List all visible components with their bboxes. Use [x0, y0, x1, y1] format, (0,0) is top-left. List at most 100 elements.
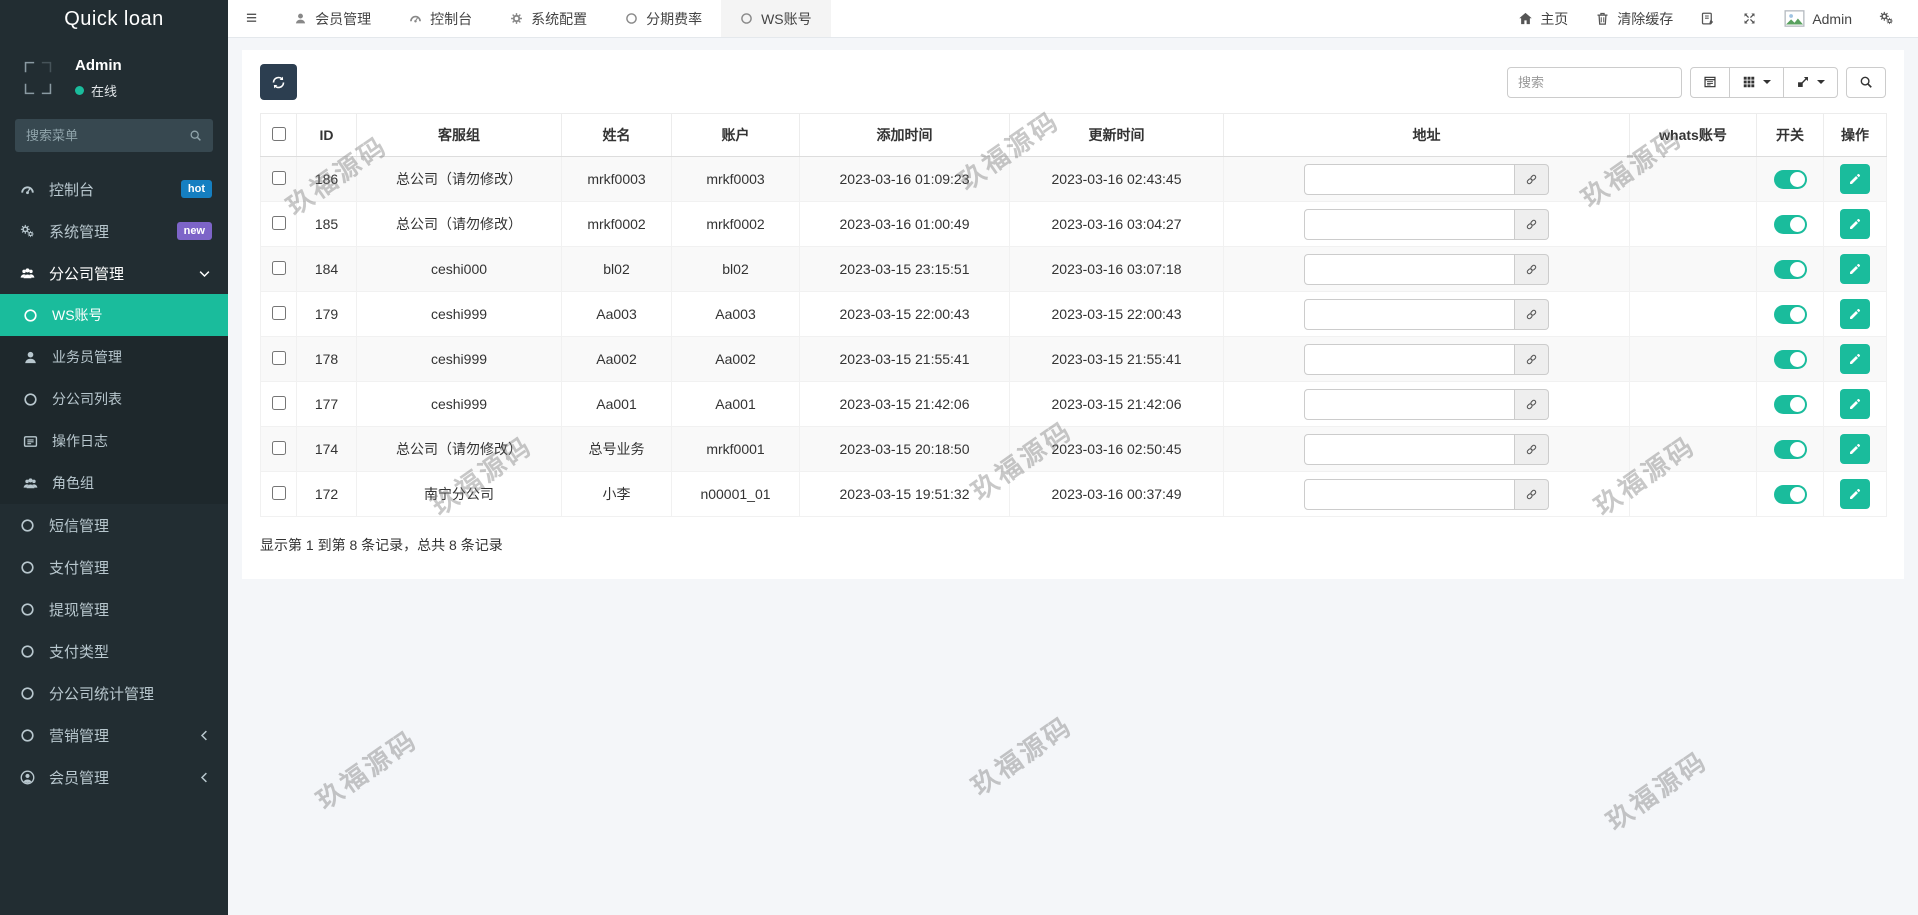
cell-action [1824, 382, 1887, 427]
user-circle-icon [20, 770, 35, 785]
edit-button[interactable] [1840, 254, 1870, 284]
row-checkbox[interactable] [272, 486, 286, 500]
row-checkbox[interactable] [272, 306, 286, 320]
tab-ws-account[interactable]: WS账号 [721, 0, 831, 37]
edit-button[interactable] [1840, 299, 1870, 329]
cell-whats-account [1630, 157, 1757, 202]
sidebar-item-withdraw-manage[interactable]: 提现管理 [0, 588, 228, 630]
sidebar-item-console[interactable]: 控制台hot [0, 168, 228, 210]
edit-button[interactable] [1840, 344, 1870, 374]
hamburger-icon[interactable]: ≡ [228, 9, 275, 28]
tab-member-manage[interactable]: 会员管理 [275, 0, 390, 37]
cell-account: mrkf0001 [672, 427, 800, 472]
sidebar-item-branch-manage[interactable]: 分公司管理 [0, 252, 228, 294]
row-checkbox[interactable] [272, 396, 286, 410]
row-checkbox[interactable] [272, 216, 286, 230]
sidebar-item-branch-list[interactable]: 分公司列表 [0, 378, 228, 420]
column-header: 开关 [1757, 114, 1824, 157]
switch-toggle[interactable] [1774, 350, 1807, 369]
settings-button[interactable] [1879, 11, 1894, 26]
switch-toggle[interactable] [1774, 485, 1807, 504]
edit-button[interactable] [1840, 389, 1870, 419]
cell-updated-time: 2023-03-15 21:42:06 [1010, 382, 1224, 427]
row-checkbox[interactable] [272, 441, 286, 455]
home-button[interactable]: 主页 [1518, 9, 1568, 29]
pencil-icon [1848, 397, 1862, 411]
sidebar-item-payment-type[interactable]: 支付类型 [0, 630, 228, 672]
sidebar-item-salesman-manage[interactable]: 业务员管理 [0, 336, 228, 378]
sidebar-item-label: 营销管理 [49, 725, 109, 746]
export-button[interactable] [1783, 67, 1838, 98]
address-input[interactable] [1304, 389, 1515, 420]
caret-down-icon [1763, 80, 1771, 84]
address-input[interactable] [1304, 299, 1515, 330]
address-link-button[interactable] [1515, 344, 1549, 375]
doc-button[interactable] [1700, 11, 1715, 26]
switch-toggle[interactable] [1774, 260, 1807, 279]
link-icon [1525, 218, 1538, 231]
tab-console[interactable]: 控制台 [390, 0, 491, 37]
row-checkbox[interactable] [272, 351, 286, 365]
column-header: 客服组 [357, 114, 562, 157]
address-link-button[interactable] [1515, 209, 1549, 240]
address-link-button[interactable] [1515, 389, 1549, 420]
row-checkbox[interactable] [272, 261, 286, 275]
sidebar-item-ws-account[interactable]: WS账号 [0, 294, 228, 336]
chevron-down-icon [197, 266, 212, 281]
address-input[interactable] [1304, 209, 1515, 240]
detail-view-button[interactable] [1690, 67, 1730, 98]
search-icon[interactable] [189, 129, 202, 142]
refresh-button[interactable] [260, 64, 297, 100]
cell-address [1224, 292, 1630, 337]
row-checkbox-cell [261, 157, 297, 202]
sidebar-item-sms-manage[interactable]: 短信管理 [0, 504, 228, 546]
user-menu[interactable]: Admin [1784, 10, 1852, 27]
table-search-input[interactable] [1507, 67, 1682, 98]
sidebar-item-member-manage[interactable]: 会员管理 [0, 756, 228, 798]
switch-toggle[interactable] [1774, 305, 1807, 324]
columns-button[interactable] [1729, 67, 1784, 98]
sidebar-item-operation-log[interactable]: 操作日志 [0, 420, 228, 462]
address-input[interactable] [1304, 164, 1515, 195]
tab-system-config[interactable]: 系统配置 [491, 0, 606, 37]
edit-button[interactable] [1840, 479, 1870, 509]
address-input[interactable] [1304, 434, 1515, 465]
users-icon [23, 476, 38, 491]
cell-address [1224, 382, 1630, 427]
clear-cache-button[interactable]: 清除缓存 [1595, 9, 1673, 29]
address-input[interactable] [1304, 344, 1515, 375]
address-link-button[interactable] [1515, 434, 1549, 465]
address-input[interactable] [1304, 254, 1515, 285]
address-link-button[interactable] [1515, 299, 1549, 330]
address-link-button[interactable] [1515, 254, 1549, 285]
switch-toggle[interactable] [1774, 395, 1807, 414]
sidebar-item-payment-manage[interactable]: 支付管理 [0, 546, 228, 588]
cell-whats-account [1630, 337, 1757, 382]
switch-toggle[interactable] [1774, 440, 1807, 459]
sidebar-item-system-manage[interactable]: 系统管理new [0, 210, 228, 252]
row-checkbox[interactable] [272, 171, 286, 185]
search-icon [1859, 75, 1873, 89]
sidebar-item-role-group[interactable]: 角色组 [0, 462, 228, 504]
cell-account: Aa001 [672, 382, 800, 427]
edit-button[interactable] [1840, 164, 1870, 194]
switch-toggle[interactable] [1774, 215, 1807, 234]
edit-button[interactable] [1840, 209, 1870, 239]
sidebar-item-marketing-manage[interactable]: 营销管理 [0, 714, 228, 756]
address-link-button[interactable] [1515, 479, 1549, 510]
select-all-checkbox[interactable] [272, 127, 286, 141]
address-input[interactable] [1304, 479, 1515, 510]
sidebar-item-branch-stats-manage[interactable]: 分公司统计管理 [0, 672, 228, 714]
switch-toggle[interactable] [1774, 170, 1807, 189]
tab-installment-rate[interactable]: 分期费率 [606, 0, 721, 37]
search-button[interactable] [1846, 67, 1886, 98]
cell-updated-time: 2023-03-16 03:07:18 [1010, 247, 1224, 292]
cell-switch [1757, 472, 1824, 517]
sidebar-search-input[interactable] [26, 128, 189, 143]
cell-updated-time: 2023-03-16 02:43:45 [1010, 157, 1224, 202]
edit-button[interactable] [1840, 434, 1870, 464]
address-link-button[interactable] [1515, 164, 1549, 195]
cell-name: Aa001 [562, 382, 672, 427]
home-icon [1518, 11, 1533, 26]
fullscreen-button[interactable] [1742, 11, 1757, 26]
